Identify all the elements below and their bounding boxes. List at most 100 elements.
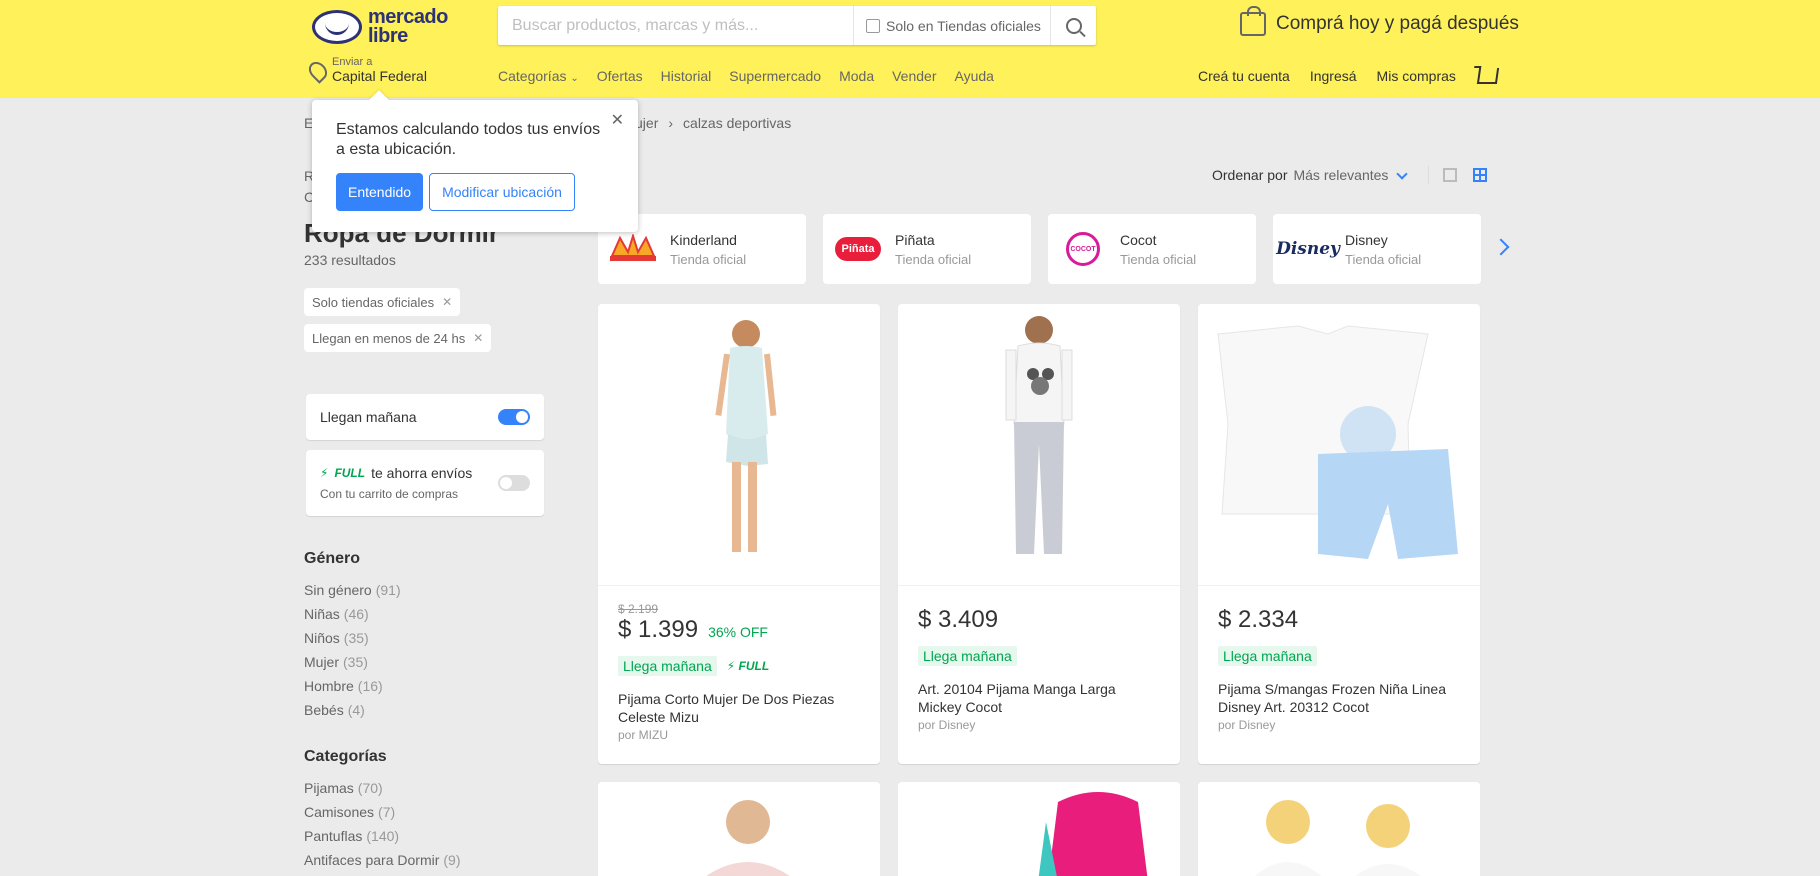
facet-label: Pijamas: [304, 780, 354, 796]
chevron-right-icon[interactable]: [1492, 238, 1510, 256]
mickey-pajama-image: [1005, 316, 1073, 554]
facet-item[interactable]: Sin género (91): [304, 578, 401, 602]
facet-count: (9): [443, 852, 461, 868]
seller: por Disney: [1218, 718, 1276, 732]
store-name: Cocot: [1120, 231, 1157, 248]
close-icon[interactable]: ✕: [611, 110, 624, 130]
shipping-location[interactable]: Enviar a Capital Federal: [305, 56, 427, 85]
facet-item[interactable]: Antifaces para Dormir (9): [304, 848, 461, 872]
product-image[interactable]: [1198, 304, 1480, 586]
facet-item[interactable]: Niñas (46): [304, 602, 401, 626]
search-bar: Solo en Tiendas oficiales: [498, 6, 1096, 45]
product-image[interactable]: [898, 304, 1180, 586]
remove-icon[interactable]: ✕: [473, 331, 483, 345]
create-account-link[interactable]: Creá tu cuenta: [1198, 68, 1290, 84]
full-toggle[interactable]: [498, 475, 530, 491]
facet-item[interactable]: Pantuflas (140): [304, 824, 461, 848]
product-card[interactable]: [898, 782, 1180, 876]
facet-item[interactable]: Bebés (4): [304, 698, 401, 722]
product-card[interactable]: $ 2.199 $ 1.399 36% OFF Llega mañana ⚡ F…: [598, 304, 880, 764]
my-purchases-link[interactable]: Mis compras: [1377, 68, 1456, 84]
cocot-logo: COCOT: [1058, 231, 1108, 267]
price: $ 2.334: [1218, 606, 1299, 633]
user-nav: Creá tu cuenta Ingresá Mis compras: [1198, 68, 1500, 84]
product-title[interactable]: Pijama S/mangas Frozen Niña Linea Disney…: [1218, 680, 1460, 716]
facet-count: (35): [343, 630, 369, 646]
categories-facet-title: Categorías: [304, 748, 387, 765]
sort-dropdown[interactable]: Más relevantes: [1293, 167, 1388, 183]
nav-help[interactable]: Ayuda: [954, 68, 993, 84]
kinderland-logo: [608, 231, 658, 267]
facet-label: Antifaces para Dormir: [304, 852, 440, 868]
store-subtitle: Tienda oficial: [895, 251, 972, 267]
lightning-icon: ⚡: [726, 659, 736, 673]
divider: [1428, 166, 1430, 184]
facet-item[interactable]: Niños (35): [304, 626, 401, 650]
breadcrumb-separator: ›: [668, 115, 674, 131]
login-link[interactable]: Ingresá: [1310, 68, 1357, 84]
nav-offers[interactable]: Ofertas: [597, 68, 643, 84]
old-price: $ 2.199: [618, 602, 659, 616]
breadcrumb-item[interactable]: calzas deportivas: [683, 115, 791, 131]
price: $ 1.399: [618, 616, 699, 643]
location-pin-icon: [305, 57, 331, 84]
filter-chip[interactable]: Llegan en menos de 24 hs ✕: [304, 324, 492, 352]
nav-sell[interactable]: Vender: [892, 68, 936, 84]
nav-fashion[interactable]: Moda: [839, 68, 874, 84]
search-icon: [1065, 17, 1082, 34]
arrives-tomorrow-tag: Llega mañana: [1218, 646, 1317, 666]
search-button[interactable]: [1050, 6, 1096, 45]
sort-label: Ordenar por: [1212, 167, 1288, 183]
facet-item[interactable]: Hombre (16): [304, 674, 401, 698]
product-image: [1254, 800, 1421, 876]
pajama-woman-image: [715, 320, 777, 552]
facet-item[interactable]: Camisones (7): [304, 800, 461, 824]
nav-history[interactable]: Historial: [661, 68, 712, 84]
product-image: [706, 800, 790, 876]
cocot-logo-text: COCOT: [1066, 232, 1100, 266]
filter-chip[interactable]: Solo tiendas oficiales ✕: [304, 288, 461, 316]
facet-label: Bebés: [304, 702, 344, 718]
official-stores-label: Solo en Tiendas oficiales: [886, 17, 1041, 34]
list-view-icon[interactable]: [1443, 168, 1458, 182]
product-card[interactable]: [598, 782, 880, 876]
product-image[interactable]: [598, 304, 880, 586]
modify-location-button[interactable]: Modificar ubicación: [429, 173, 575, 211]
facet-item[interactable]: Mujer (35): [304, 650, 401, 674]
arrives-tomorrow-tag: Llega mañana: [918, 646, 1017, 666]
product-title[interactable]: Pijama Corto Mujer De Dos Piezas Celeste…: [618, 690, 860, 726]
official-store-card[interactable]: Piñata Piñata Tienda oficial: [823, 214, 1031, 284]
full-badge: ⚡ FULL: [727, 659, 769, 673]
store-name: Disney: [1345, 231, 1388, 248]
chevron-down-icon[interactable]: [1396, 167, 1409, 180]
product-title[interactable]: Art. 20104 Pijama Manga Larga Mickey Coc…: [918, 680, 1160, 716]
official-store-card[interactable]: COCOT Cocot Tienda oficial: [1048, 214, 1256, 284]
store-name: Piñata: [895, 231, 935, 248]
remove-icon[interactable]: ✕: [442, 295, 452, 309]
search-input[interactable]: [498, 6, 853, 45]
product-card[interactable]: [1198, 782, 1480, 876]
grid-view-icon[interactable]: [1473, 168, 1488, 182]
arrives-tomorrow-tag: Llega mañana: [618, 656, 717, 676]
product-card[interactable]: $ 2.334 Llega mañana Pijama S/mangas Fro…: [1198, 304, 1480, 764]
official-stores-checkbox[interactable]: [866, 18, 880, 33]
official-stores-filter[interactable]: Solo en Tiendas oficiales: [853, 6, 1055, 45]
facet-item[interactable]: Pijamas (70): [304, 776, 461, 800]
jester-hat-icon: [610, 234, 656, 261]
official-store-card[interactable]: Disney Disney Tienda oficial: [1273, 214, 1481, 284]
results-count: 233 resultados: [304, 252, 396, 268]
product-card[interactable]: $ 3.409 Llega mañana Art. 20104 Pijama M…: [898, 304, 1180, 764]
seller: por Disney: [918, 718, 976, 732]
cart-icon[interactable]: [1476, 68, 1500, 84]
discount-badge: 36% OFF: [708, 624, 768, 640]
main-nav: Categorías ⌄ Ofertas Historial Supermerc…: [498, 68, 994, 84]
arrives-tomorrow-toggle[interactable]: [498, 409, 530, 425]
mercadolibre-logo[interactable]: mercado libre: [312, 7, 448, 46]
pinata-logo-text: Piñata: [835, 237, 881, 261]
disney-logo-text: Disney: [1276, 239, 1340, 259]
understood-button[interactable]: Entendido: [336, 173, 424, 211]
categories-facet-list: Pijamas (70) Camisones (7) Pantuflas (140) …: [304, 776, 461, 872]
nav-categories[interactable]: Categorías ⌄: [498, 68, 579, 84]
nav-supermarket[interactable]: Supermercado: [729, 68, 821, 84]
buy-now-pay-later-banner[interactable]: Comprá hoy y pagá después: [1240, 6, 1519, 36]
